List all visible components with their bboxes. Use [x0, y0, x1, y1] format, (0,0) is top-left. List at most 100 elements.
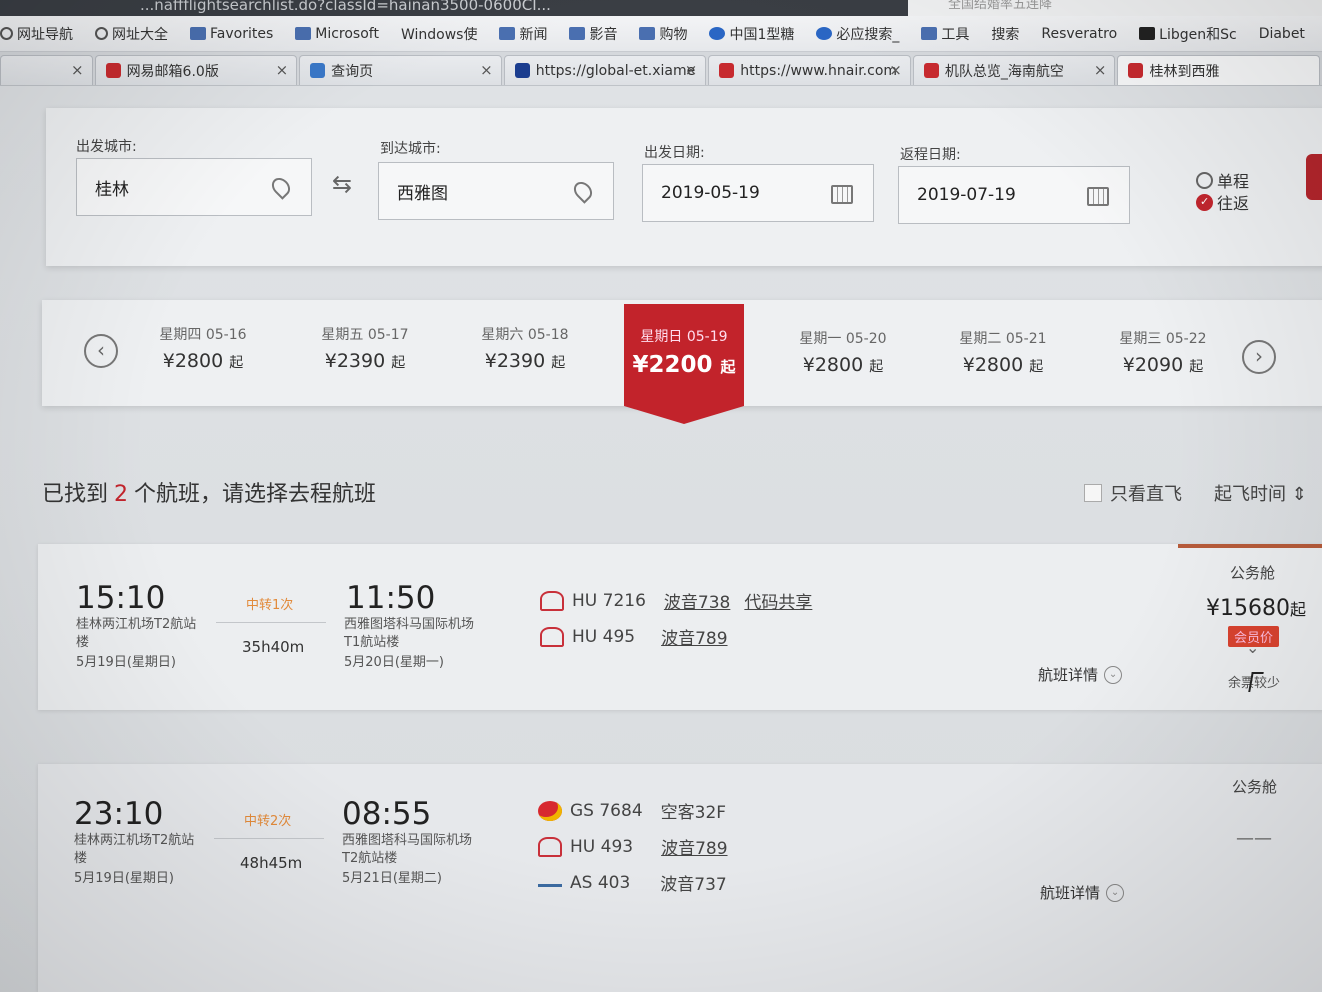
- browser-tab[interactable]: 机队总览_海南航空 ×: [912, 55, 1116, 85]
- aircraft-type-link[interactable]: 波音789: [661, 834, 727, 859]
- date-option-selected[interactable]: 星期日 05-19 ¥2200 起: [624, 304, 744, 424]
- browser-tab[interactable]: 查询页 ×: [299, 55, 502, 85]
- direct-only-filter[interactable]: 只看直飞: [1084, 480, 1182, 506]
- folder-icon: [190, 27, 206, 40]
- address-bar[interactable]: ...naffflightsearchlist.do?classId=haina…: [0, 0, 1322, 16]
- browser-tab[interactable]: https://global-et.xiame ×: [503, 55, 707, 85]
- fare-price[interactable]: ¥15680起: [1206, 596, 1306, 621]
- bookmark-item[interactable]: 必应搜索_: [816, 24, 899, 44]
- flight-duration: 48h45m: [240, 854, 303, 872]
- flight-search-panel: 出发城市: 桂林 ⇆ 到达城市: 西雅图 出发日期: 2019-05-19 返程…: [46, 108, 1322, 266]
- departure-date: 5月19日(星期日): [74, 871, 174, 886]
- folder-icon: [639, 27, 656, 40]
- radio-unchecked-icon[interactable]: [1196, 171, 1213, 189]
- location-pin-icon: [570, 178, 596, 204]
- depart-city-label: 出发城市:: [76, 139, 137, 155]
- sort-icon: ⇕: [1291, 484, 1307, 505]
- date-option[interactable]: 星期三 05-22 ¥2090 起: [1098, 328, 1228, 376]
- close-tab-icon[interactable]: ×: [685, 61, 698, 79]
- bookmark-item[interactable]: Diabet: [1259, 26, 1305, 42]
- bookmark-item[interactable]: 网址导航: [0, 24, 73, 44]
- bookmark-item[interactable]: Libgen和Sc: [1139, 24, 1237, 44]
- duration-line: [216, 622, 326, 623]
- code-share-link[interactable]: 代码共享: [744, 588, 812, 613]
- cabin-class: 公务舱: [1232, 778, 1278, 796]
- swap-cities-icon[interactable]: ⇆: [332, 170, 352, 198]
- aircraft-type: 空客32F: [660, 803, 727, 823]
- browser-tab[interactable]: 网易邮箱6.0版 ×: [94, 55, 298, 85]
- search-button[interactable]: [1306, 154, 1322, 200]
- date-option[interactable]: 星期六 05-18 ¥2390 起: [460, 324, 590, 372]
- chevron-down-icon: ⌄: [1104, 665, 1123, 684]
- flight-details-toggle[interactable]: 航班详情 ⌄: [1040, 882, 1125, 903]
- bookmark-item[interactable]: 新闻: [499, 24, 547, 44]
- results-summary: 已找到 2 个航班，请选择去程航班: [42, 482, 377, 507]
- date-option[interactable]: 星期四 05-16 ¥2800 起: [138, 324, 268, 372]
- checkbox-icon[interactable]: [1084, 484, 1102, 502]
- one-way-option[interactable]: 单程: [1196, 168, 1249, 192]
- close-tab-icon[interactable]: ×: [889, 61, 902, 79]
- date-option[interactable]: 星期一 05-20 ¥2800 起: [778, 328, 908, 376]
- round-trip-option[interactable]: 往返: [1196, 190, 1249, 214]
- location-pin-icon: [268, 174, 294, 200]
- aircraft-type-link[interactable]: 波音738: [664, 588, 730, 613]
- bookmark-item[interactable]: 购物: [639, 24, 687, 44]
- flight-card[interactable]: 23:10 桂林两江机场T2航站楼 5月19日(星期日) 中转2次 48h45m…: [38, 764, 1322, 992]
- depart-date-input[interactable]: 2019-05-19: [642, 164, 874, 222]
- url-text[interactable]: ...naffflightsearchlist.do?classId=haina…: [140, 0, 551, 14]
- globe-icon: [0, 27, 13, 40]
- next-dates-button[interactable]: ›: [1242, 340, 1276, 374]
- return-date-input[interactable]: 2019-07-19: [898, 166, 1130, 224]
- flight-segment: HU 7216 波音738 代码共享: [540, 588, 812, 613]
- arrival-date: 5月21日(星期二): [342, 871, 442, 886]
- aircraft-type: 波音737: [660, 875, 727, 895]
- arrive-city-input[interactable]: 西雅图: [378, 162, 614, 220]
- cabin-class: 公务舱: [1230, 564, 1276, 582]
- bookmark-item[interactable]: Windows使: [401, 24, 478, 44]
- bookmark-dark-icon: [1139, 27, 1156, 40]
- browser-tab[interactable]: https://www.hnair.com ×: [708, 55, 911, 85]
- close-tab-icon[interactable]: ×: [71, 61, 84, 79]
- browser-tab[interactable]: ×: [0, 55, 93, 85]
- bookmark-item[interactable]: 网址大全: [95, 24, 168, 44]
- transfer-count: 中转2次: [244, 814, 292, 829]
- paw-icon: [709, 27, 726, 40]
- bookmark-item[interactable]: 中国1型糖: [709, 24, 794, 44]
- hainan-airlines-logo-icon: [540, 626, 564, 647]
- bookmark-item[interactable]: Microsoft: [295, 26, 379, 42]
- date-option[interactable]: 星期五 05-17 ¥2390 起: [300, 324, 430, 372]
- date-option[interactable]: 星期二 05-21 ¥2800 起: [938, 328, 1068, 376]
- tianjin-airlines-logo-icon: [538, 800, 562, 821]
- radio-checked-icon[interactable]: [1196, 193, 1213, 211]
- browser-search-text: 全国结婚率五连降: [948, 0, 1053, 12]
- return-date-label: 返程日期:: [900, 147, 961, 163]
- close-tab-icon[interactable]: ×: [1094, 61, 1107, 79]
- bookmark-item[interactable]: 搜索: [991, 24, 1019, 44]
- sort-by-departure-button[interactable]: 起飞时间 ⇕: [1214, 480, 1307, 506]
- duration-line: [214, 838, 324, 839]
- browser-search-box[interactable]: 全国结婚率五连降: [908, 0, 1322, 16]
- flight-details-toggle[interactable]: 航班详情 ⌄: [1038, 664, 1123, 685]
- bookmark-item[interactable]: Resveratro: [1041, 26, 1117, 42]
- bookmark-item[interactable]: 影音: [569, 24, 617, 44]
- close-tab-icon[interactable]: ×: [276, 61, 289, 79]
- bookmark-item[interactable]: 工具: [921, 24, 969, 44]
- prev-dates-button[interactable]: ‹: [84, 334, 118, 368]
- alaska-airlines-logo-icon: [538, 879, 562, 887]
- flight-card[interactable]: 15:10 桂林两江机场T2航站楼 5月19日(星期日) 中转1次 35h40m…: [38, 544, 1322, 710]
- aircraft-type-link[interactable]: 波音789: [661, 624, 727, 649]
- calendar-icon[interactable]: [831, 185, 853, 204]
- tab-favicon: [105, 63, 121, 78]
- flight-duration: 35h40m: [242, 638, 305, 656]
- calendar-icon[interactable]: [1087, 187, 1109, 206]
- departure-airport: 桂林两江机场T2航站楼: [76, 617, 197, 650]
- browser-tab-active[interactable]: 桂林到西雅: [1117, 55, 1321, 85]
- arrival-date: 5月20日(星期一): [344, 655, 444, 670]
- globe-icon: [95, 27, 108, 40]
- depart-city-input[interactable]: 桂林: [76, 158, 312, 216]
- chevron-down-icon[interactable]: ⌄: [1246, 638, 1259, 657]
- close-tab-icon[interactable]: ×: [480, 61, 493, 79]
- arrival-airport: 西雅图塔科马国际机场T1航站楼: [344, 617, 475, 650]
- bookmark-item[interactable]: Favorites: [190, 26, 273, 42]
- tab-strip: × 网易邮箱6.0版 × 查询页 × https://global-et.xia…: [0, 52, 1322, 86]
